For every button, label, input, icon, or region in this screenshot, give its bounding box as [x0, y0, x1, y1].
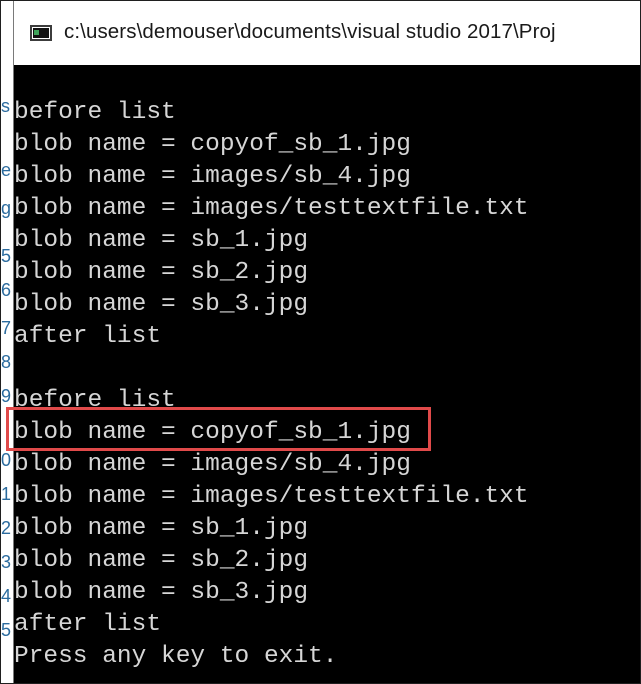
console-line: Press any key to exit. — [14, 643, 338, 670]
editor-glyph: 5 — [1, 246, 12, 266]
console-line: blob name = copyof_sb_1.jpg — [14, 131, 411, 158]
console-line: blob name = images/testtextfile.txt — [14, 195, 529, 222]
console-line: blob name = images/sb_4.jpg — [14, 451, 411, 478]
editor-glyph: 6 — [1, 280, 12, 300]
editor-glyph: 2 — [1, 518, 12, 538]
console-line: after list — [14, 323, 162, 350]
editor-glyph: e — [1, 160, 12, 180]
console-line: blob name = sb_3.jpg — [14, 291, 309, 318]
console-output[interactable]: before list blob name = copyof_sb_1.jpg … — [6, 65, 640, 683]
editor-glyph: 5 — [1, 620, 12, 640]
console-line: before list — [14, 99, 176, 126]
window-title: c:\users\demouser\documents\visual studi… — [64, 20, 556, 43]
editor-glyph: g — [1, 198, 12, 218]
console-window[interactable]: c:\users\demouser\documents\visual studi… — [6, 1, 640, 683]
screenshot-frame: s e g 5 6 7 8 9 0 1 2 3 4 5 c:\users\dem… — [0, 0, 641, 684]
editor-glyph: 0 — [1, 450, 12, 470]
editor-glyph: 7 — [1, 318, 12, 338]
editor-glyph: s — [1, 96, 10, 116]
console-titlebar[interactable]: c:\users\demouser\documents\visual studi… — [14, 1, 640, 66]
highlight-annotation-box — [6, 407, 431, 451]
editor-glyph: 8 — [1, 352, 12, 372]
console-line: blob name = sb_3.jpg — [14, 579, 309, 606]
console-line: blob name = images/testtextfile.txt — [14, 483, 529, 510]
editor-glyph: 9 — [1, 386, 12, 406]
console-app-icon — [30, 25, 52, 41]
editor-glyph: 1 — [1, 484, 12, 504]
editor-glyph: 3 — [1, 552, 12, 572]
console-line: blob name = images/sb_4.jpg — [14, 163, 411, 190]
console-line: after list — [14, 611, 162, 638]
console-line: blob name = sb_1.jpg — [14, 515, 309, 542]
console-line: blob name = sb_2.jpg — [14, 259, 309, 286]
console-line: blob name = sb_2.jpg — [14, 547, 309, 574]
console-line: blob name = sb_1.jpg — [14, 227, 309, 254]
editor-glyph: 4 — [1, 586, 12, 606]
